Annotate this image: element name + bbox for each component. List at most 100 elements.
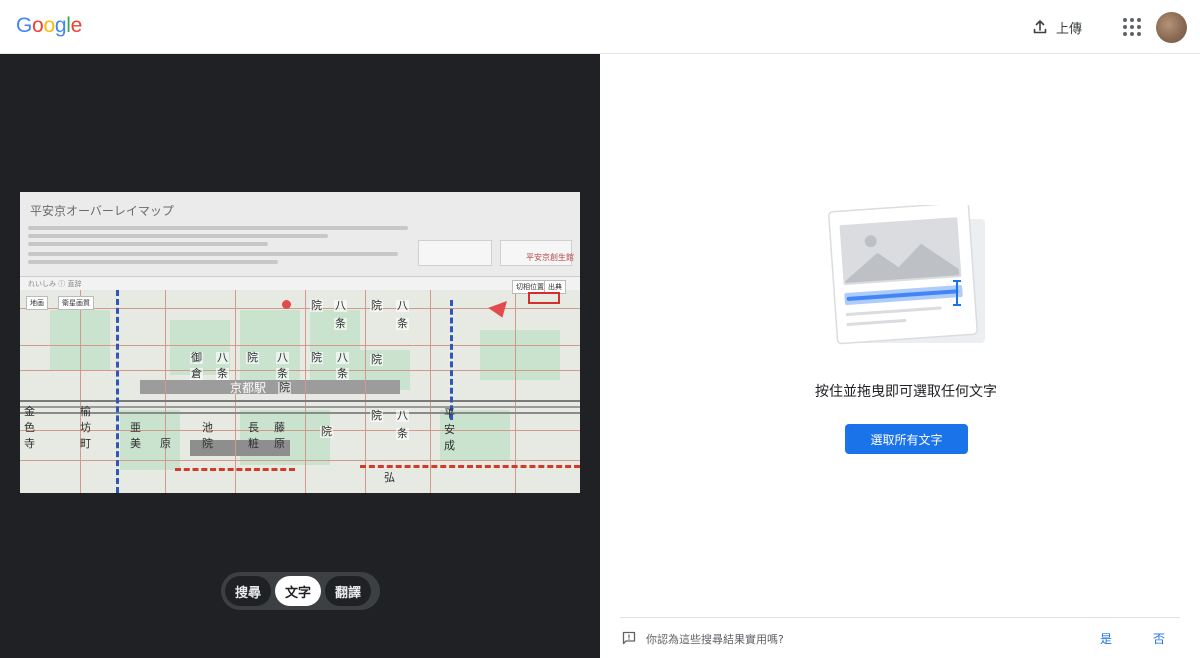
upload-icon: [1033, 20, 1047, 34]
apps-dot: [1130, 32, 1134, 36]
map-label: 条: [334, 317, 347, 330]
feedback-yes-button[interactable]: 是: [1100, 630, 1112, 647]
rail-line: [20, 412, 580, 414]
map-label: 亜: [130, 421, 141, 434]
road: [365, 290, 366, 493]
map-label: 院: [370, 299, 383, 312]
mode-translate-button[interactable]: 翻譯: [325, 576, 371, 606]
logo-letter: e: [70, 14, 83, 37]
map-label: 八: [336, 351, 349, 364]
map-label: 寺: [24, 437, 35, 450]
feedback-no-button[interactable]: 否: [1153, 630, 1165, 647]
results-pane: 按住並拖曳即可選取任何文字 選取所有文字 你認為這些搜尋結果實用嗎? 是 否: [600, 54, 1200, 658]
apps-grid-icon[interactable]: [1120, 15, 1144, 39]
map-label: 院: [246, 351, 259, 364]
map-label: 院: [278, 381, 291, 394]
map-label: 平: [444, 407, 455, 420]
map-label: 八: [216, 351, 229, 364]
map-label: 御: [190, 351, 203, 364]
top-bar: Google 上傳: [0, 0, 1200, 54]
map-block: [120, 410, 180, 470]
feedback-icon: [622, 631, 636, 645]
apps-dot: [1137, 25, 1141, 29]
map-label: 八: [396, 409, 409, 422]
station-band: [140, 380, 400, 394]
apps-dot: [1123, 32, 1127, 36]
road: [20, 430, 580, 431]
map-label: 院: [310, 351, 323, 364]
road: [20, 460, 580, 461]
road: [430, 290, 431, 493]
brand-label: 平安京創生館: [526, 253, 574, 262]
map-label: 粧: [248, 437, 259, 450]
map-block: [480, 330, 560, 380]
map-label: 藤: [274, 421, 285, 434]
upload-button[interactable]: 上傳: [1022, 12, 1092, 42]
select-all-text-button[interactable]: 選取所有文字: [845, 424, 968, 454]
road: [20, 370, 580, 371]
selection-hint: 按住並拖曳即可選取任何文字: [815, 384, 997, 400]
map-label: 条: [276, 367, 289, 380]
map-label: 院: [370, 353, 383, 366]
road: [515, 290, 516, 493]
uploaded-image-preview[interactable]: 平安京オーバーレイマップ 平安京創生館 れいしみ ⓘ 直辞 院 八 条 院 八 …: [20, 192, 580, 493]
map-label: 条: [336, 367, 349, 380]
mode-toggle: 搜尋 文字 翻譯: [221, 572, 380, 610]
partner-logo: [418, 240, 492, 266]
image-preview-pane: 平安京オーバーレイマップ 平安京創生館 れいしみ ⓘ 直辞 院 八 条 院 八 …: [0, 54, 600, 658]
apps-dot: [1130, 18, 1134, 22]
map-tabs: れいしみ ⓘ 直辞: [20, 276, 580, 290]
map-label: 条: [216, 367, 229, 380]
map-label: 倉: [190, 367, 203, 380]
map-label: 池: [202, 421, 213, 434]
road: [305, 290, 306, 493]
text-line: [28, 226, 408, 230]
map-label: 色: [24, 421, 35, 434]
map-label: 長: [248, 421, 259, 434]
map-pin-icon: [282, 300, 291, 309]
map-label: 原: [274, 437, 285, 450]
station-label: 京都駅: [230, 381, 267, 395]
map-label: 榆: [80, 405, 91, 418]
road: [20, 345, 580, 346]
apps-dot: [1137, 32, 1141, 36]
apps-dot: [1130, 25, 1134, 29]
map-label: 原: [160, 437, 171, 450]
satellite-button[interactable]: 衛星画質: [58, 296, 94, 310]
map-label: 条: [396, 317, 409, 330]
bus-route: [175, 468, 295, 471]
logo-letter: o: [32, 14, 44, 37]
map-label: 院: [370, 409, 383, 422]
rail-line: [20, 400, 580, 402]
map-label: 八: [334, 299, 347, 312]
apps-dot: [1123, 25, 1127, 29]
map-label: 坊: [80, 421, 91, 434]
map-label: 院: [320, 425, 333, 438]
map-tab-text: れいしみ ⓘ 直辞: [28, 280, 82, 288]
text-line: [28, 252, 398, 256]
highlight-box: [528, 292, 560, 304]
road: [80, 290, 81, 493]
map-label: 八: [396, 299, 409, 312]
logo-letter: G: [16, 14, 33, 37]
google-logo[interactable]: Google: [16, 14, 82, 38]
feedback-bar: 你認為這些搜尋結果實用嗎? 是 否: [620, 617, 1180, 658]
subway-route: [116, 290, 119, 493]
account-avatar[interactable]: [1156, 12, 1187, 43]
map-label: 安: [444, 423, 455, 436]
mode-search-button[interactable]: 搜尋: [225, 576, 271, 606]
mode-text-button[interactable]: 文字: [275, 576, 321, 606]
map-label: 金: [24, 405, 35, 418]
bus-route: [450, 300, 453, 420]
map-label: 八: [276, 351, 289, 364]
rail-line: [20, 406, 580, 408]
map-label: 美: [130, 437, 141, 450]
map-title: 平安京オーバーレイマップ: [30, 204, 174, 218]
map-type-button[interactable]: 地画: [26, 296, 48, 310]
text-line: [28, 234, 328, 238]
map-label: 院: [310, 299, 323, 312]
text-select-illustration-icon: [828, 205, 985, 345]
logo-letter: o: [43, 14, 55, 37]
map-label: 条: [396, 427, 409, 440]
feedback-question: 你認為這些搜尋結果實用嗎?: [646, 633, 784, 646]
